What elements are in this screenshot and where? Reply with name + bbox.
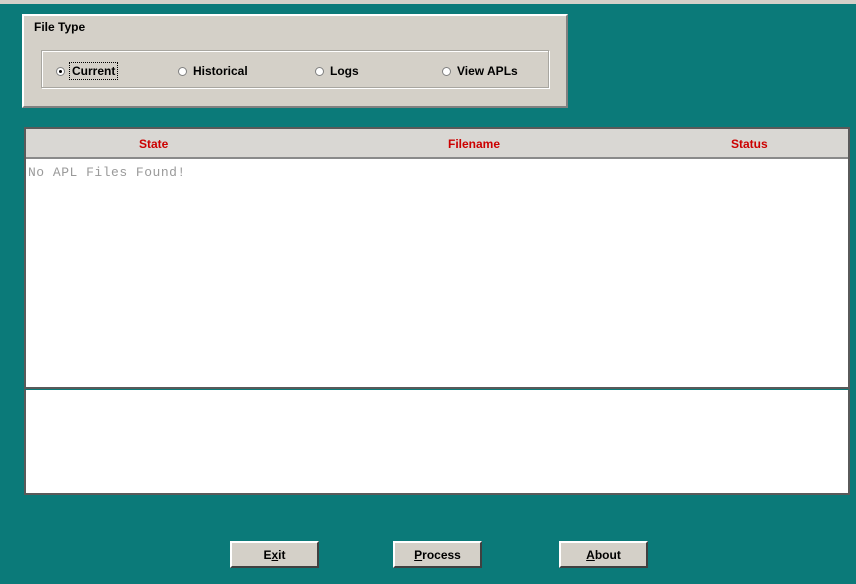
- about-button[interactable]: About: [559, 541, 648, 568]
- about-label-post: bout: [594, 547, 621, 562]
- apl-file-list[interactable]: State Filename Status No APL Files Found…: [24, 127, 850, 389]
- file-type-radio-group: Current Historical Logs View APLs: [41, 50, 549, 88]
- radio-current[interactable]: Current: [56, 62, 119, 80]
- exit-label-pre: E: [263, 547, 272, 562]
- window-top-edge: [0, 0, 856, 4]
- radio-historical-label: Historical: [193, 64, 248, 78]
- process-button[interactable]: Process: [393, 541, 482, 568]
- file-type-panel: File Type Current Historical Logs View A…: [22, 14, 568, 108]
- process-label-post: rocess: [422, 547, 461, 562]
- process-mnemonic: P: [414, 547, 423, 562]
- exit-button[interactable]: Ex it: [230, 541, 319, 568]
- about-mnemonic: A: [586, 547, 595, 562]
- radio-current-label: Current: [68, 62, 119, 80]
- radio-unchecked-icon[interactable]: [315, 66, 324, 76]
- radio-logs[interactable]: Logs: [315, 63, 359, 79]
- details-panel[interactable]: [24, 389, 850, 495]
- column-header-filename[interactable]: Filename: [448, 137, 500, 151]
- column-header-state[interactable]: State: [139, 137, 168, 151]
- radio-unchecked-icon[interactable]: [178, 66, 187, 76]
- radio-view-apls[interactable]: View APLs: [442, 63, 518, 79]
- radio-view-apls-label: View APLs: [457, 64, 518, 78]
- list-header: State Filename Status: [26, 129, 848, 159]
- radio-historical[interactable]: Historical: [178, 63, 248, 79]
- column-header-status[interactable]: Status: [731, 137, 768, 151]
- file-type-legend: File Type: [34, 20, 86, 34]
- radio-checked-icon[interactable]: [56, 66, 65, 76]
- exit-mnemonic: x: [271, 547, 279, 562]
- exit-label-post: it: [278, 547, 286, 562]
- empty-list-message: No APL Files Found!: [28, 165, 186, 180]
- radio-logs-label: Logs: [330, 64, 359, 78]
- radio-unchecked-icon[interactable]: [442, 66, 451, 76]
